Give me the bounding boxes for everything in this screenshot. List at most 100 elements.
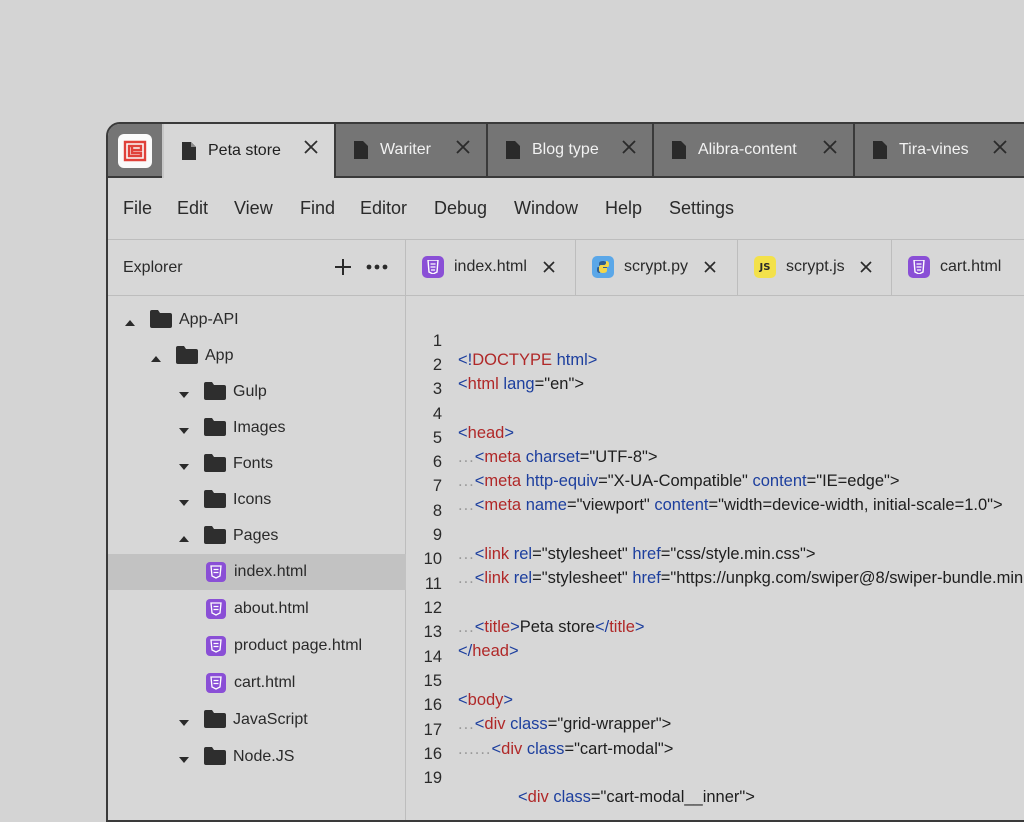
- editor-tab-label: index.html: [454, 258, 527, 275]
- caret-down-icon[interactable]: [178, 458, 190, 476]
- code-line: 3: [406, 361, 442, 398]
- window-tab-tira-vines[interactable]: Tira-vines: [853, 124, 1023, 176]
- menu-settings[interactable]: Settings: [669, 198, 734, 219]
- editor-tab-scrypt-js[interactable]: JS scrypt.js: [738, 240, 892, 295]
- tree-item-label: about.html: [234, 600, 309, 617]
- folder-icon: [204, 490, 226, 513]
- menu-file[interactable]: File: [123, 198, 152, 219]
- python-file-icon: [592, 256, 614, 278]
- close-icon[interactable]: [304, 140, 318, 154]
- editor-window: Peta store Wariter Blog type Alibra-cont…: [106, 122, 1024, 822]
- code-line: 15 <body>: [406, 653, 513, 709]
- tree-folder[interactable]: Node.JS: [108, 739, 406, 775]
- new-file-plus-icon[interactable]: [334, 258, 352, 281]
- window-tab-label: Wariter: [380, 141, 431, 158]
- close-icon[interactable]: [823, 140, 837, 154]
- folder-icon: [204, 710, 226, 733]
- code-line: 5 ...<meta charset="UTF-8">: [406, 410, 658, 466]
- caret-down-icon[interactable]: [178, 751, 190, 769]
- folder-icon: [204, 418, 226, 441]
- caret-up-icon[interactable]: [150, 350, 162, 368]
- code-line: 7 ...<meta name="viewport" content="widt…: [406, 458, 1003, 514]
- explorer-header: Explorer: [108, 240, 406, 296]
- code-editor[interactable]: 1 <!DOCTYPE html> 2 <html lang="en"> 3 4…: [406, 296, 1024, 820]
- menu-debug[interactable]: Debug: [434, 198, 487, 219]
- tree-item-label: Node.JS: [233, 748, 295, 765]
- tree-item-label: Fonts: [233, 455, 274, 472]
- editor-tab-scrypt-py[interactable]: scrypt.py: [576, 240, 738, 295]
- menu-edit[interactable]: Edit: [177, 198, 208, 219]
- window-tab-peta-store[interactable]: Peta store: [162, 124, 334, 178]
- window-tab-label: Blog type: [532, 141, 599, 158]
- menu-view[interactable]: View: [234, 198, 273, 219]
- code-line: 12 ...<title>Peta store</title>: [406, 580, 645, 636]
- code-line: 19 <div class="cart-modal__inner">: [406, 750, 755, 806]
- caret-down-icon[interactable]: [178, 494, 190, 512]
- document-icon: [873, 141, 887, 159]
- caret-up-icon[interactable]: [178, 530, 190, 548]
- html-file-icon: [206, 562, 226, 587]
- app-logo-icon[interactable]: [118, 134, 152, 168]
- close-icon[interactable]: [456, 140, 470, 154]
- window-tab-label: Tira-vines: [899, 141, 969, 158]
- code-line: 2 <html lang="en">: [406, 337, 584, 393]
- code-line: 10 ...<link rel="stylesheet" href="https…: [406, 531, 1024, 587]
- tree-folder[interactable]: Images: [108, 410, 406, 446]
- tree-item-label: Images: [233, 419, 286, 436]
- editor-tab-cart-html[interactable]: cart.html: [892, 240, 1024, 295]
- tree-item-label: Gulp: [233, 383, 267, 400]
- tree-folder[interactable]: Fonts: [108, 446, 406, 482]
- menu-find[interactable]: Find: [300, 198, 335, 219]
- tree-file[interactable]: cart.html: [108, 665, 406, 701]
- html-file-icon: [206, 673, 226, 698]
- close-icon[interactable]: [993, 140, 1007, 154]
- code-line: 6 ...<meta http-equiv="X-UA-Compatible" …: [406, 434, 900, 490]
- tree-file[interactable]: index.html: [108, 554, 406, 590]
- window-tab-wariter[interactable]: Wariter: [334, 124, 486, 176]
- more-options-icon[interactable]: [366, 258, 388, 281]
- html-file-icon: [422, 256, 444, 278]
- tree-item-label: product page.html: [234, 637, 363, 654]
- window-tab-blog-type[interactable]: Blog type: [486, 124, 652, 176]
- menu-window[interactable]: Window: [514, 198, 578, 219]
- close-icon[interactable]: [704, 261, 716, 273]
- tree-folder[interactable]: Icons: [108, 482, 406, 518]
- tree-folder[interactable]: Gulp: [108, 374, 406, 410]
- close-icon[interactable]: [860, 261, 872, 273]
- tree-folder[interactable]: App-API: [108, 302, 406, 338]
- editor-tab-index-html[interactable]: index.html: [406, 240, 576, 295]
- tree-file[interactable]: about.html: [108, 591, 406, 627]
- menu-editor[interactable]: Editor: [360, 198, 407, 219]
- window-tab-bar: Peta store Wariter Blog type Alibra-cont…: [108, 124, 1024, 178]
- folder-icon: [176, 346, 198, 369]
- document-icon: [354, 141, 368, 159]
- caret-up-icon[interactable]: [124, 314, 136, 332]
- tree-folder[interactable]: JavaScript: [108, 702, 406, 738]
- tree-folder[interactable]: Pages: [108, 518, 406, 554]
- document-icon: [506, 141, 520, 159]
- code-line: 13 </head>: [406, 604, 519, 660]
- window-tab-label: Peta store: [208, 142, 281, 159]
- caret-down-icon[interactable]: [178, 714, 190, 732]
- menu-help[interactable]: Help: [605, 198, 642, 219]
- window-tab-label: Alibra-content: [698, 141, 797, 158]
- tree-folder[interactable]: App: [108, 338, 406, 374]
- js-file-icon: JS: [754, 256, 776, 278]
- tree-item-label: App: [205, 347, 234, 364]
- caret-down-icon[interactable]: [178, 386, 190, 404]
- line-number: 19: [423, 769, 442, 787]
- editor-tab-label: scrypt.py: [624, 258, 689, 275]
- editor-tab-label: scrypt.js: [786, 258, 845, 275]
- code-line: 16 ...<div class="grid-wrapper">: [406, 677, 672, 733]
- code-line: 11: [406, 556, 442, 593]
- folder-icon: [204, 526, 226, 549]
- caret-down-icon[interactable]: [178, 422, 190, 440]
- close-icon[interactable]: [543, 261, 555, 273]
- window-tab-alibra-content[interactable]: Alibra-content: [652, 124, 853, 176]
- code-line: 9 ...<link rel="stylesheet" href="css/st…: [406, 507, 816, 563]
- tree-file[interactable]: product page.html: [108, 628, 406, 664]
- close-icon[interactable]: [622, 140, 636, 154]
- html-file-icon: [206, 599, 226, 624]
- code-line: 17 ......<div class="cart-modal">: [406, 702, 674, 758]
- document-icon: [182, 142, 196, 160]
